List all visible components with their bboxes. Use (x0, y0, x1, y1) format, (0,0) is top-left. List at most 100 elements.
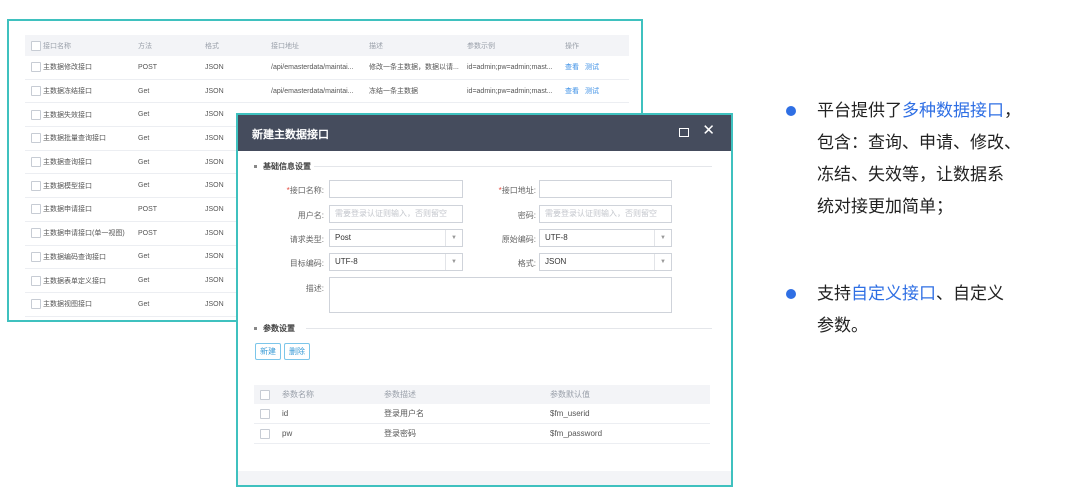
select-all-checkbox[interactable] (31, 40, 41, 51)
cell-name: 主数据冻结接口 (43, 79, 138, 104)
cell-actions: 查看 测试 (565, 56, 629, 80)
param-col-default: 参数默认值 (550, 385, 710, 404)
bullet2-text-pre: 支持 (817, 284, 851, 303)
format-select[interactable]: JSON ▼ (539, 253, 672, 271)
section-bullet-icon (254, 327, 257, 331)
target-encoding-value: UTF-8 (335, 257, 358, 266)
interface-address-label-text: 接口地址: (501, 186, 536, 195)
param-col-name: 参数名称 (282, 385, 384, 404)
row-checkbox[interactable] (31, 251, 41, 262)
col-header-method: 方法 (138, 35, 205, 56)
section-basic-title: 基础信息设置 (263, 162, 311, 171)
bullet2-text-post: 、自定义 (936, 284, 1004, 303)
param-table-header: 参数名称 参数描述 参数默认值 (254, 385, 710, 404)
cell-method: Get (138, 102, 205, 128)
cell-name: 主数据表单定义接口 (43, 268, 138, 293)
format-value: JSON (545, 257, 567, 266)
param-cell-desc: 登录用户名 (384, 404, 550, 424)
cell-name: 主数据模型接口 (43, 173, 138, 199)
cell-method: Get (138, 173, 205, 199)
bullet1-line2: 包含：查询、申请、修改、 (817, 133, 1021, 152)
request-type-value: Post (335, 233, 352, 242)
section-divider (306, 328, 712, 329)
param-row[interactable]: pw 登录密码 $fm_password (254, 423, 710, 444)
interface-name-input[interactable] (329, 180, 463, 198)
chevron-down-icon: ▼ (654, 254, 671, 270)
test-link[interactable]: 测试 (585, 88, 599, 95)
view-link[interactable]: 查看 (565, 64, 579, 71)
param-row[interactable]: id 登录用户名 $fm_userid (254, 404, 710, 424)
request-type-select[interactable]: Post ▼ (329, 229, 463, 247)
cell-url: /api/emasterdata/maintai... (271, 56, 369, 80)
param-select-all-checkbox[interactable] (260, 389, 270, 400)
description-textarea[interactable] (329, 277, 672, 313)
new-param-button[interactable]: 新建 (255, 343, 281, 360)
password-input[interactable]: 需要登录认证则输入，否则留空 (539, 205, 672, 223)
row-checkbox[interactable] (31, 204, 41, 215)
row-checkbox[interactable] (31, 86, 41, 97)
cell-method: Get (138, 79, 205, 104)
row-checkbox[interactable] (31, 133, 41, 144)
param-row-checkbox[interactable] (260, 428, 270, 439)
cell-name: 主数据修改接口 (43, 56, 138, 80)
interface-name-label: *接口名称: (254, 185, 324, 196)
cell-param: id=admin;pw=admin;mast... (467, 56, 565, 80)
row-checkbox[interactable] (31, 275, 41, 286)
table-row[interactable]: 主数据冻结接口 Get JSON/api/emasterdata/maintai..… (25, 79, 629, 104)
section-params-title: 参数设置 (263, 324, 295, 333)
cell-format: JSON (205, 79, 271, 104)
password-label: 密码: (517, 211, 536, 220)
maximize-icon[interactable] (679, 128, 689, 137)
col-header-format: 格式 (205, 35, 271, 56)
view-link[interactable]: 查看 (565, 88, 579, 95)
cell-name: 主数据申请接口 (43, 197, 138, 222)
bullet2-highlight: 自定义接口 (851, 284, 936, 303)
col-header-param: 参数示例 (467, 35, 565, 56)
target-encoding-select[interactable]: UTF-8 ▼ (329, 253, 463, 271)
bullet2-line2: 参数。 (817, 316, 868, 335)
row-checkbox[interactable] (31, 62, 41, 73)
param-col-desc: 参数描述 (384, 385, 550, 404)
cell-desc: 修改一条主数据，数据以请... (369, 56, 467, 80)
cell-method: Get (138, 268, 205, 293)
username-input[interactable]: 需要登录认证则输入，否则留空 (329, 205, 463, 223)
cell-name: 主数据查询接口 (43, 150, 138, 175)
param-cell-name: id (282, 404, 384, 424)
cell-param: id=admin;pw=admin;mast... (467, 79, 565, 104)
request-type-label: 请求类型: (289, 235, 324, 244)
param-table: 参数名称 参数描述 参数默认值 id 登录用户名 $fm_userid pw 登录密码 $… (254, 385, 710, 444)
source-encoding-value: UTF-8 (545, 233, 568, 242)
param-row-checkbox[interactable] (260, 408, 270, 419)
cell-method: POST (138, 221, 205, 246)
dialog-titlebar: 新建主数据接口 ✕ (238, 115, 731, 151)
row-checkbox[interactable] (31, 228, 41, 239)
source-encoding-label: 原始编码: (501, 235, 536, 244)
dialog-footer (238, 471, 731, 485)
col-header-actions: 操作 (565, 35, 629, 56)
interface-name-label-text: 接口名称: (289, 186, 324, 195)
close-icon[interactable]: ✕ (702, 123, 715, 138)
section-bullet-icon (254, 165, 257, 169)
cell-method: Get (138, 245, 205, 270)
row-checkbox[interactable] (31, 157, 41, 168)
cell-method: Get (138, 150, 205, 175)
description-label: 描述: (305, 284, 324, 293)
row-checkbox[interactable] (31, 180, 41, 191)
row-checkbox[interactable] (31, 299, 41, 310)
username-label: 用户名: (297, 211, 324, 220)
bullet1-line4: 统对接更加简单； (817, 197, 953, 216)
username-placeholder: 需要登录认证则输入，否则留空 (335, 209, 447, 218)
param-cell-desc: 登录密码 (384, 423, 550, 444)
target-encoding-label: 目标编码: (289, 259, 324, 268)
table-row[interactable]: 主数据修改接口 POST JSON/api/emasterdata/maintai.… (25, 56, 629, 80)
test-link[interactable]: 测试 (585, 64, 599, 71)
new-interface-dialog: 新建主数据接口 ✕ 基础信息设置 *接口名称: *接口地址: 用户名: 需要登录… (236, 113, 733, 487)
row-checkbox[interactable] (31, 109, 41, 120)
dialog-title: 新建主数据接口 (252, 129, 329, 141)
feature-bullet-2: 支持自定义接口、自定义 参数。 (786, 278, 1076, 342)
source-encoding-select[interactable]: UTF-8 ▼ (539, 229, 672, 247)
cell-method: Get (138, 126, 205, 151)
delete-param-button[interactable]: 删除 (284, 343, 310, 360)
col-header-name: 接口名称 (43, 35, 138, 56)
interface-address-input[interactable] (539, 180, 672, 198)
